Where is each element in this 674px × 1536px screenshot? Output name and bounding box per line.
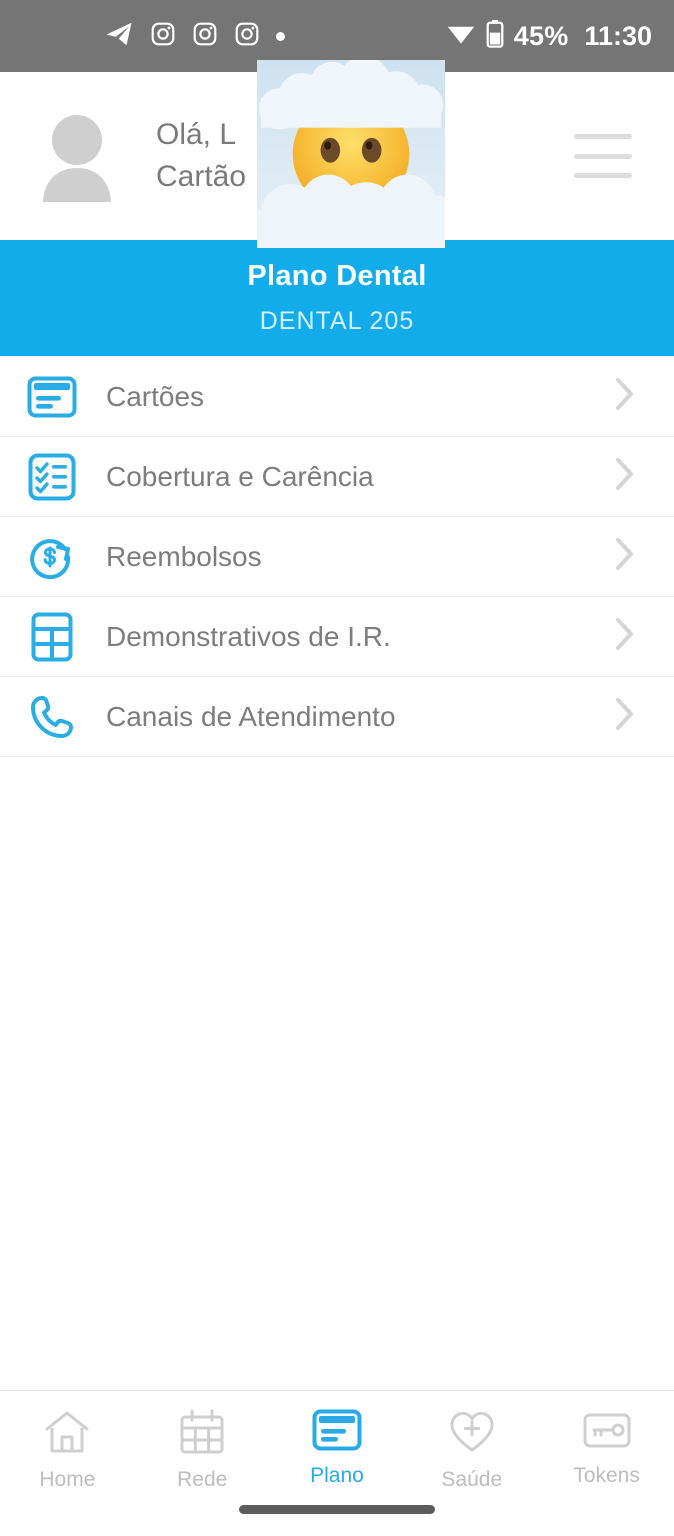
chevron-right-icon [614,696,636,737]
key-icon [582,1409,632,1456]
nav-item-rede[interactable]: Rede [135,1409,270,1492]
clock-label: 11:30 [584,20,652,51]
bottom-navigation-bar: Home Rede Plano Saúde Tokens [0,1390,674,1536]
greeting-name: Olá, L [156,118,237,151]
plan-subtitle: DENTAL 205 [259,307,415,335]
more-notifications-dot-icon [276,31,285,41]
status-notification-icons [104,19,285,54]
menu-item-label: Demonstrativos de I.R. [106,620,391,652]
nav-item-home[interactable]: Home [0,1409,135,1492]
checklist-icon [24,449,80,505]
menu-item-label: Cartões [106,380,205,412]
nav-item-tokens[interactable]: Tokens [539,1409,674,1488]
menu-item-cartoes[interactable]: Cartões [0,357,674,437]
plan-menu-list: Cartões Cobertura e Carência Reembolsos … [0,357,674,757]
table-grid-icon [24,609,80,665]
wifi-icon [446,22,476,51]
battery-icon [486,19,504,53]
chevron-right-icon [614,456,636,497]
home-icon [43,1409,91,1460]
plan-banner: Plano Dental DENTAL 205 [0,240,674,356]
card-icon [312,1409,362,1456]
battery-percent-label: 45% [513,20,569,51]
hamburger-line [574,153,632,159]
hamburger-line [574,134,632,139]
greeting-card: Cartão [156,160,247,193]
chevron-right-icon [614,616,636,657]
app-screen: 45% 11:30 Olá, L Cartão Plano Dental DEN… [0,0,674,1536]
hamburger-menu-icon[interactable] [574,134,632,178]
gesture-home-indicator[interactable] [239,1505,435,1514]
nav-label: Saúde [441,1468,503,1491]
chevron-right-icon [614,376,636,417]
nav-label: Home [39,1468,96,1491]
nav-item-saude[interactable]: Saúde [404,1409,539,1492]
menu-item-reembolsos[interactable]: Reembolsos [0,517,674,597]
nav-label: Rede [177,1468,228,1491]
heart-plus-icon [448,1409,496,1460]
menu-item-canais-de-atendimento[interactable]: Canais de Atendimento [0,677,674,757]
plan-title: Plano Dental [247,260,427,292]
menu-item-label: Cobertura e Carência [106,460,374,492]
card-icon [24,369,80,425]
avatar[interactable] [34,110,120,202]
instagram-icon [234,21,260,52]
nav-label: Plano [310,1464,364,1487]
greeting-block: Olá, L Cartão [156,114,246,198]
phone-icon [24,689,80,745]
calendar-grid-icon [179,1409,225,1460]
nav-item-plano[interactable]: Plano [270,1409,405,1488]
instagram-icon [192,21,218,52]
face-in-clouds-emoji [257,60,445,248]
instagram-icon [150,21,176,52]
menu-item-cobertura-e-carencia[interactable]: Cobertura e Carência [0,437,674,517]
nav-label: Tokens [573,1464,640,1487]
refund-dollar-refresh-icon [24,529,80,585]
chevron-right-icon [614,536,636,577]
empty-content-area [0,762,674,1390]
status-system-icons: 45% 11:30 [446,19,652,53]
telegram-icon [104,19,134,54]
menu-item-label: Canais de Atendimento [106,700,396,732]
menu-item-label: Reembolsos [106,540,262,572]
hamburger-line [574,173,632,178]
menu-item-demonstrativos-de-ir[interactable]: Demonstrativos de I.R. [0,597,674,677]
